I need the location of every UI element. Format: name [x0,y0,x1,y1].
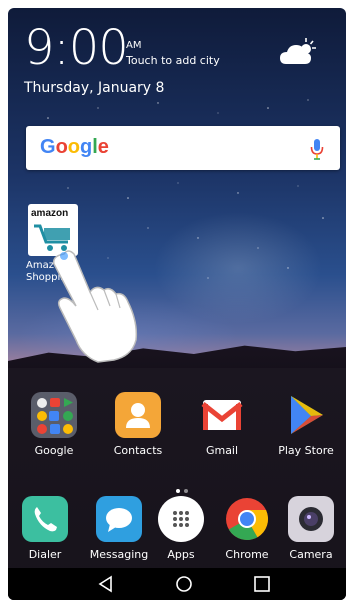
cloud-sun-icon[interactable] [280,36,318,66]
google-logo: Google [40,136,109,158]
app-label: Play Store [278,444,334,457]
navigation-bar [8,568,346,600]
page-dot [184,489,188,493]
chrome-icon [224,496,270,542]
tap-hand-icon [52,250,138,363]
folder-icon [31,392,77,438]
app-google-folder[interactable]: Google [22,392,86,457]
play-store-icon [283,392,329,438]
app-contacts[interactable]: Contacts [106,392,170,457]
app-label: Chrome [225,548,269,561]
app-gmail[interactable]: Gmail [190,392,254,457]
app-label: Gmail [205,444,239,457]
dock-camera[interactable]: Camera [282,496,340,561]
app-label: Contacts [113,444,163,457]
apps-grid-icon [158,496,204,542]
dock-apps-drawer[interactable]: Apps [152,496,210,561]
home-icon[interactable] [174,574,194,594]
app-label: Apps [167,548,195,561]
contacts-icon [115,392,161,438]
date-text: Thursday, January 8 [24,80,165,96]
google-search-widget[interactable]: Google [26,126,340,170]
gmail-icon [199,392,245,438]
message-icon [96,496,142,542]
app-label: Dialer [28,548,62,561]
dock-chrome[interactable]: Chrome [218,496,276,561]
phone-icon [22,496,68,542]
page-indicator [174,478,190,497]
clock-time[interactable]: 9:00 [24,24,129,72]
clock-ampm: AM [126,40,142,51]
camera-icon [288,496,334,542]
app-play-store[interactable]: Play Store [274,392,338,457]
weather-add-city[interactable]: Touch to add city [126,54,220,67]
dock-messaging[interactable]: Messaging [86,496,152,561]
page-dot-active [176,489,180,493]
mic-icon[interactable] [310,138,324,160]
app-label: Google [34,444,74,457]
recent-icon[interactable] [252,574,272,594]
back-icon[interactable] [96,574,116,594]
phone-screen: 9:00 AM Touch to add city Thursday, Janu… [8,8,346,600]
app-label: Messaging [89,548,149,561]
app-label: Camera [289,548,333,561]
dock-dialer[interactable]: Dialer [16,496,74,561]
